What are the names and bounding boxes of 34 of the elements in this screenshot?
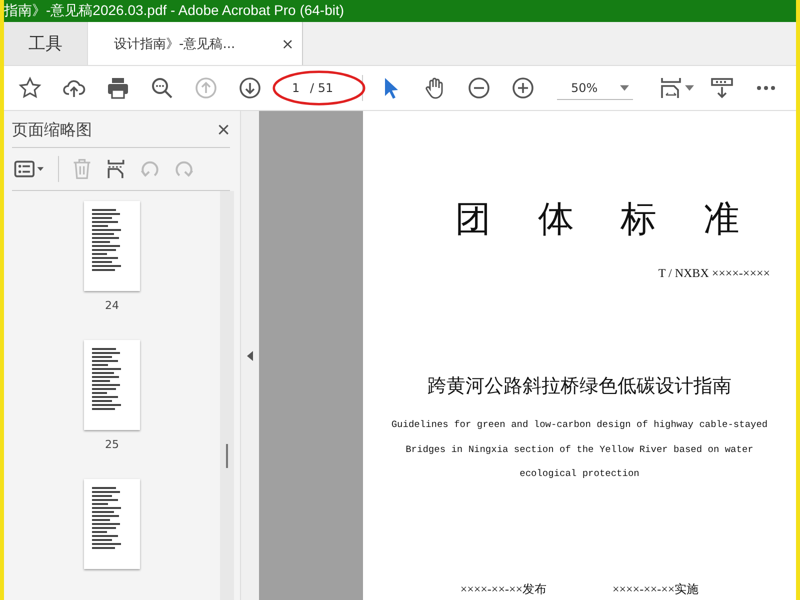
zoom-out-icon[interactable] [467, 76, 491, 100]
page-total: / 51 [310, 81, 334, 95]
page-thumbnail[interactable] [84, 201, 140, 291]
caret-icon [620, 84, 629, 90]
arrow-down-icon[interactable] [238, 76, 262, 100]
panel-title: 页面缩略图 [12, 120, 92, 140]
zoom-in-icon[interactable] [511, 76, 535, 100]
collapse-arrow-icon[interactable] [247, 350, 253, 360]
scrollbar[interactable] [220, 191, 234, 600]
options-menu-icon[interactable] [12, 158, 46, 180]
page-number: 25 [105, 438, 119, 451]
date-text: ××××-××-××实施 [612, 581, 699, 598]
page-thumbnail[interactable] [84, 340, 140, 430]
document-tab[interactable]: 设计指南》-意见稿... × [88, 22, 303, 65]
star-icon[interactable] [18, 76, 42, 100]
close-tab-button[interactable]: × [281, 34, 294, 52]
window-title: 指南》-意见稿2026.03.pdf - Adobe Acrobat Pro (64-bit) [4, 2, 344, 20]
print-icon[interactable] [106, 76, 130, 100]
page-thumbnail[interactable] [84, 479, 140, 569]
tab-label[interactable]: 设计指南》-意见稿... [114, 34, 236, 52]
document-title: 跨黄河公路斜拉桥绿色低碳设计指南 [428, 374, 732, 399]
date-text: ××××-××-××发布 [460, 581, 546, 598]
insert-page-icon[interactable] [105, 158, 127, 180]
close-panel-button[interactable]: × [217, 119, 230, 141]
standard-number: T / NXBX ××××-×××× [658, 266, 770, 281]
document-heading: 团体标准 [455, 198, 786, 241]
fit-page-icon[interactable] [659, 76, 683, 100]
search-icon[interactable] [150, 76, 174, 100]
caret-icon[interactable] [685, 85, 694, 91]
page-number: 24 [105, 299, 119, 312]
english-title: Guidelines for green and low-carbon design of highway cable-stayed Bridges in Ningxia section of the Yellow River based on water ecological protection [390, 418, 769, 481]
zoom-dropdown[interactable]: 50% [557, 76, 633, 100]
tools-tab[interactable]: 工具 [4, 22, 88, 65]
ruler-download-icon[interactable] [710, 76, 734, 100]
